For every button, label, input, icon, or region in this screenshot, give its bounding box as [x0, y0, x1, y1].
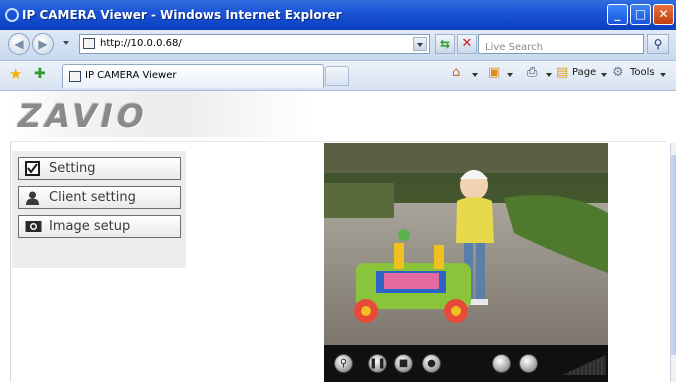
stop-icon: ■ [398, 358, 409, 369]
search-field[interactable] [478, 34, 644, 57]
home-icon[interactable]: ⌂ [452, 65, 460, 81]
header-divider [10, 141, 666, 142]
settings-menu: Setting Client setting Image setup [12, 151, 186, 268]
refresh-button[interactable]: ⇆ [435, 34, 455, 54]
page-dropdown-icon[interactable] [601, 73, 607, 77]
recent-pages-dropdown-icon[interactable] [63, 41, 69, 45]
back-button[interactable]: ◀ [8, 33, 30, 55]
page-icon [83, 38, 95, 49]
url-dropdown-button[interactable] [413, 37, 427, 51]
logo-banner: ZAVIO [10, 91, 310, 137]
snapshot-button[interactable] [492, 354, 511, 373]
bushes [324, 183, 394, 218]
ie-logo-icon [5, 8, 19, 22]
client-setting-label: Client setting [49, 190, 136, 205]
chevron-down-icon [417, 43, 423, 47]
audio-button[interactable] [519, 354, 538, 373]
building [324, 143, 608, 173]
zoom-button[interactable]: ⚲ [334, 354, 353, 373]
forward-button[interactable]: ▶ [32, 33, 54, 55]
stop-x-icon: ✕ [461, 36, 473, 51]
print-dropdown-icon[interactable] [546, 73, 552, 77]
minimize-icon: _ [614, 7, 621, 21]
vertical-scrollbar[interactable] [670, 143, 676, 382]
minimize-button[interactable]: _ [607, 4, 628, 25]
page-menu-label[interactable]: Page [572, 67, 596, 78]
tab-ip-camera-viewer[interactable]: IP CAMERA Viewer [62, 64, 324, 88]
page-menu-icon[interactable]: ▤ [556, 65, 568, 81]
pause-icon: ❚❚ [369, 358, 386, 369]
print-icon[interactable]: ⎙ [527, 65, 537, 81]
gear-icon[interactable]: ⚙ [612, 65, 624, 81]
search-icon: ⚲ [653, 37, 663, 51]
camera-icon [25, 221, 42, 232]
setting-button[interactable]: Setting [18, 157, 181, 180]
user-icon [26, 191, 39, 205]
zavio-logo: ZAVIO [13, 97, 152, 135]
client-setting-button[interactable]: Client setting [18, 186, 181, 209]
volume-meter[interactable] [562, 353, 606, 377]
url-field[interactable]: http://10.0.0.68/ [79, 34, 430, 54]
search-button[interactable]: ⚲ [647, 34, 669, 54]
audio-icon [520, 355, 537, 372]
refresh-icon: ⇆ [439, 37, 451, 51]
maximize-button[interactable]: □ [630, 4, 651, 25]
tab-label: IP CAMERA Viewer [85, 70, 177, 81]
zoom-icon: ⚲ [339, 358, 348, 369]
pause-button[interactable]: ❚❚ [368, 354, 387, 373]
tools-menu-label[interactable]: Tools [630, 67, 655, 78]
close-button[interactable]: ✕ [653, 4, 674, 25]
scrollbar-thumb[interactable] [671, 155, 676, 355]
snapshot-icon [493, 355, 510, 372]
command-bar: ★ ✚ IP CAMERA Viewer ⌂ ▣ ⎙ ▤ Page ⚙ Tool… [0, 61, 676, 91]
add-favorites-icon[interactable]: ✚ [34, 66, 46, 82]
record-button[interactable]: ● [422, 354, 441, 373]
feeds-icon[interactable]: ▣ [488, 65, 500, 81]
stop-button[interactable]: ✕ [457, 34, 477, 54]
window-title: IP CAMERA Viewer - Windows Internet Expl… [22, 8, 342, 22]
feeds-dropdown-icon[interactable] [507, 73, 513, 77]
forward-arrow-icon: ▶ [38, 37, 48, 51]
image-setup-label: Image setup [49, 219, 131, 234]
live-video-feed[interactable] [324, 143, 608, 345]
tools-dropdown-icon[interactable] [660, 73, 666, 77]
record-icon: ● [427, 358, 436, 369]
url-text[interactable]: http://10.0.0.68/ [100, 38, 182, 49]
page-content: ZAVIO Setting Client setting Image setup… [0, 91, 676, 382]
checkbox-icon [25, 161, 40, 176]
back-arrow-icon: ◀ [14, 37, 24, 51]
window-titlebar: IP CAMERA Viewer - Windows Internet Expl… [0, 0, 676, 30]
new-tab-button[interactable] [325, 66, 349, 86]
left-border [10, 142, 11, 382]
search-input[interactable] [483, 38, 637, 57]
stop-video-button[interactable]: ■ [394, 354, 413, 373]
home-dropdown-icon[interactable] [472, 73, 478, 77]
setting-label: Setting [49, 161, 96, 176]
address-bar: ◀ ▶ http://10.0.0.68/ ⇆ ✕ ⚲ [0, 30, 676, 61]
image-setup-button[interactable]: Image setup [18, 215, 181, 238]
close-icon: ✕ [658, 7, 669, 21]
maximize-icon: □ [634, 7, 647, 21]
favorites-star-icon[interactable]: ★ [9, 66, 22, 82]
page-icon [69, 71, 81, 82]
